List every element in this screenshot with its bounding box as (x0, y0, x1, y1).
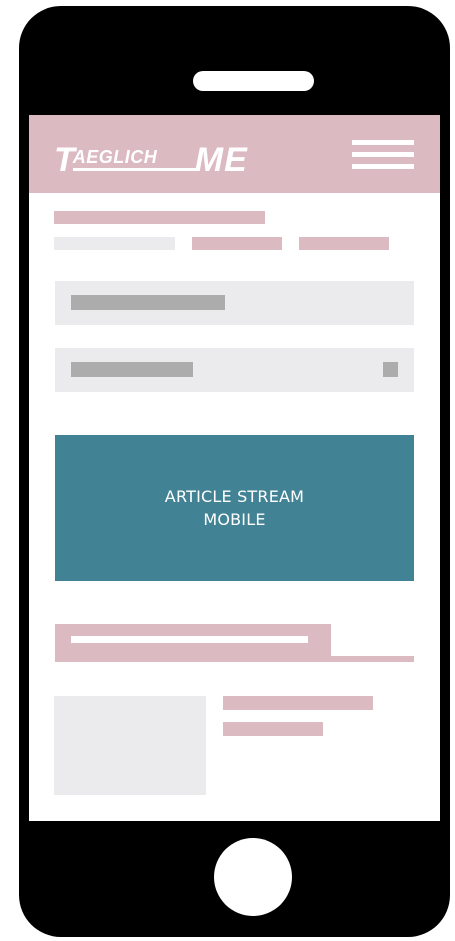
meta-placeholder (54, 237, 175, 250)
tag-placeholder[interactable] (299, 237, 389, 250)
menu-bar (352, 140, 414, 145)
home-button[interactable] (214, 838, 292, 916)
phone-speaker (193, 71, 314, 91)
input-text-placeholder (71, 295, 225, 310)
logo-word: AEGLICH (72, 147, 158, 167)
tag-placeholder[interactable] (192, 237, 282, 250)
site-logo[interactable]: T AEGLICH ME (54, 137, 259, 177)
article-stream-label-line2: MOBILE (203, 510, 266, 529)
title-placeholder (54, 211, 265, 224)
dropdown-icon[interactable] (383, 362, 398, 377)
section-divider (55, 656, 414, 662)
hamburger-menu-icon[interactable] (352, 139, 414, 171)
site-header: T AEGLICH ME (29, 115, 440, 193)
phone-screen: T AEGLICH ME ARTICLE STREAM MOBILE (29, 115, 440, 821)
teaser-subtitle-placeholder (223, 722, 323, 736)
article-stream-placeholder: ARTICLE STREAM MOBILE (55, 435, 414, 581)
logo-underline (72, 168, 197, 171)
select-field[interactable] (55, 348, 414, 392)
section-heading (55, 624, 331, 656)
logo-me: ME (194, 141, 248, 179)
teaser-title-placeholder[interactable] (223, 696, 373, 710)
input-field[interactable] (55, 281, 414, 325)
logo-middle: AEGLICH (72, 147, 197, 171)
menu-bar (352, 164, 414, 169)
logo-letter-t: T (54, 141, 75, 179)
select-text-placeholder (71, 362, 193, 377)
teaser-image-placeholder[interactable] (54, 696, 206, 795)
article-stream-label-line1: ARTICLE STREAM (164, 487, 305, 506)
section-heading-text-placeholder (71, 636, 308, 643)
menu-bar (352, 152, 414, 157)
